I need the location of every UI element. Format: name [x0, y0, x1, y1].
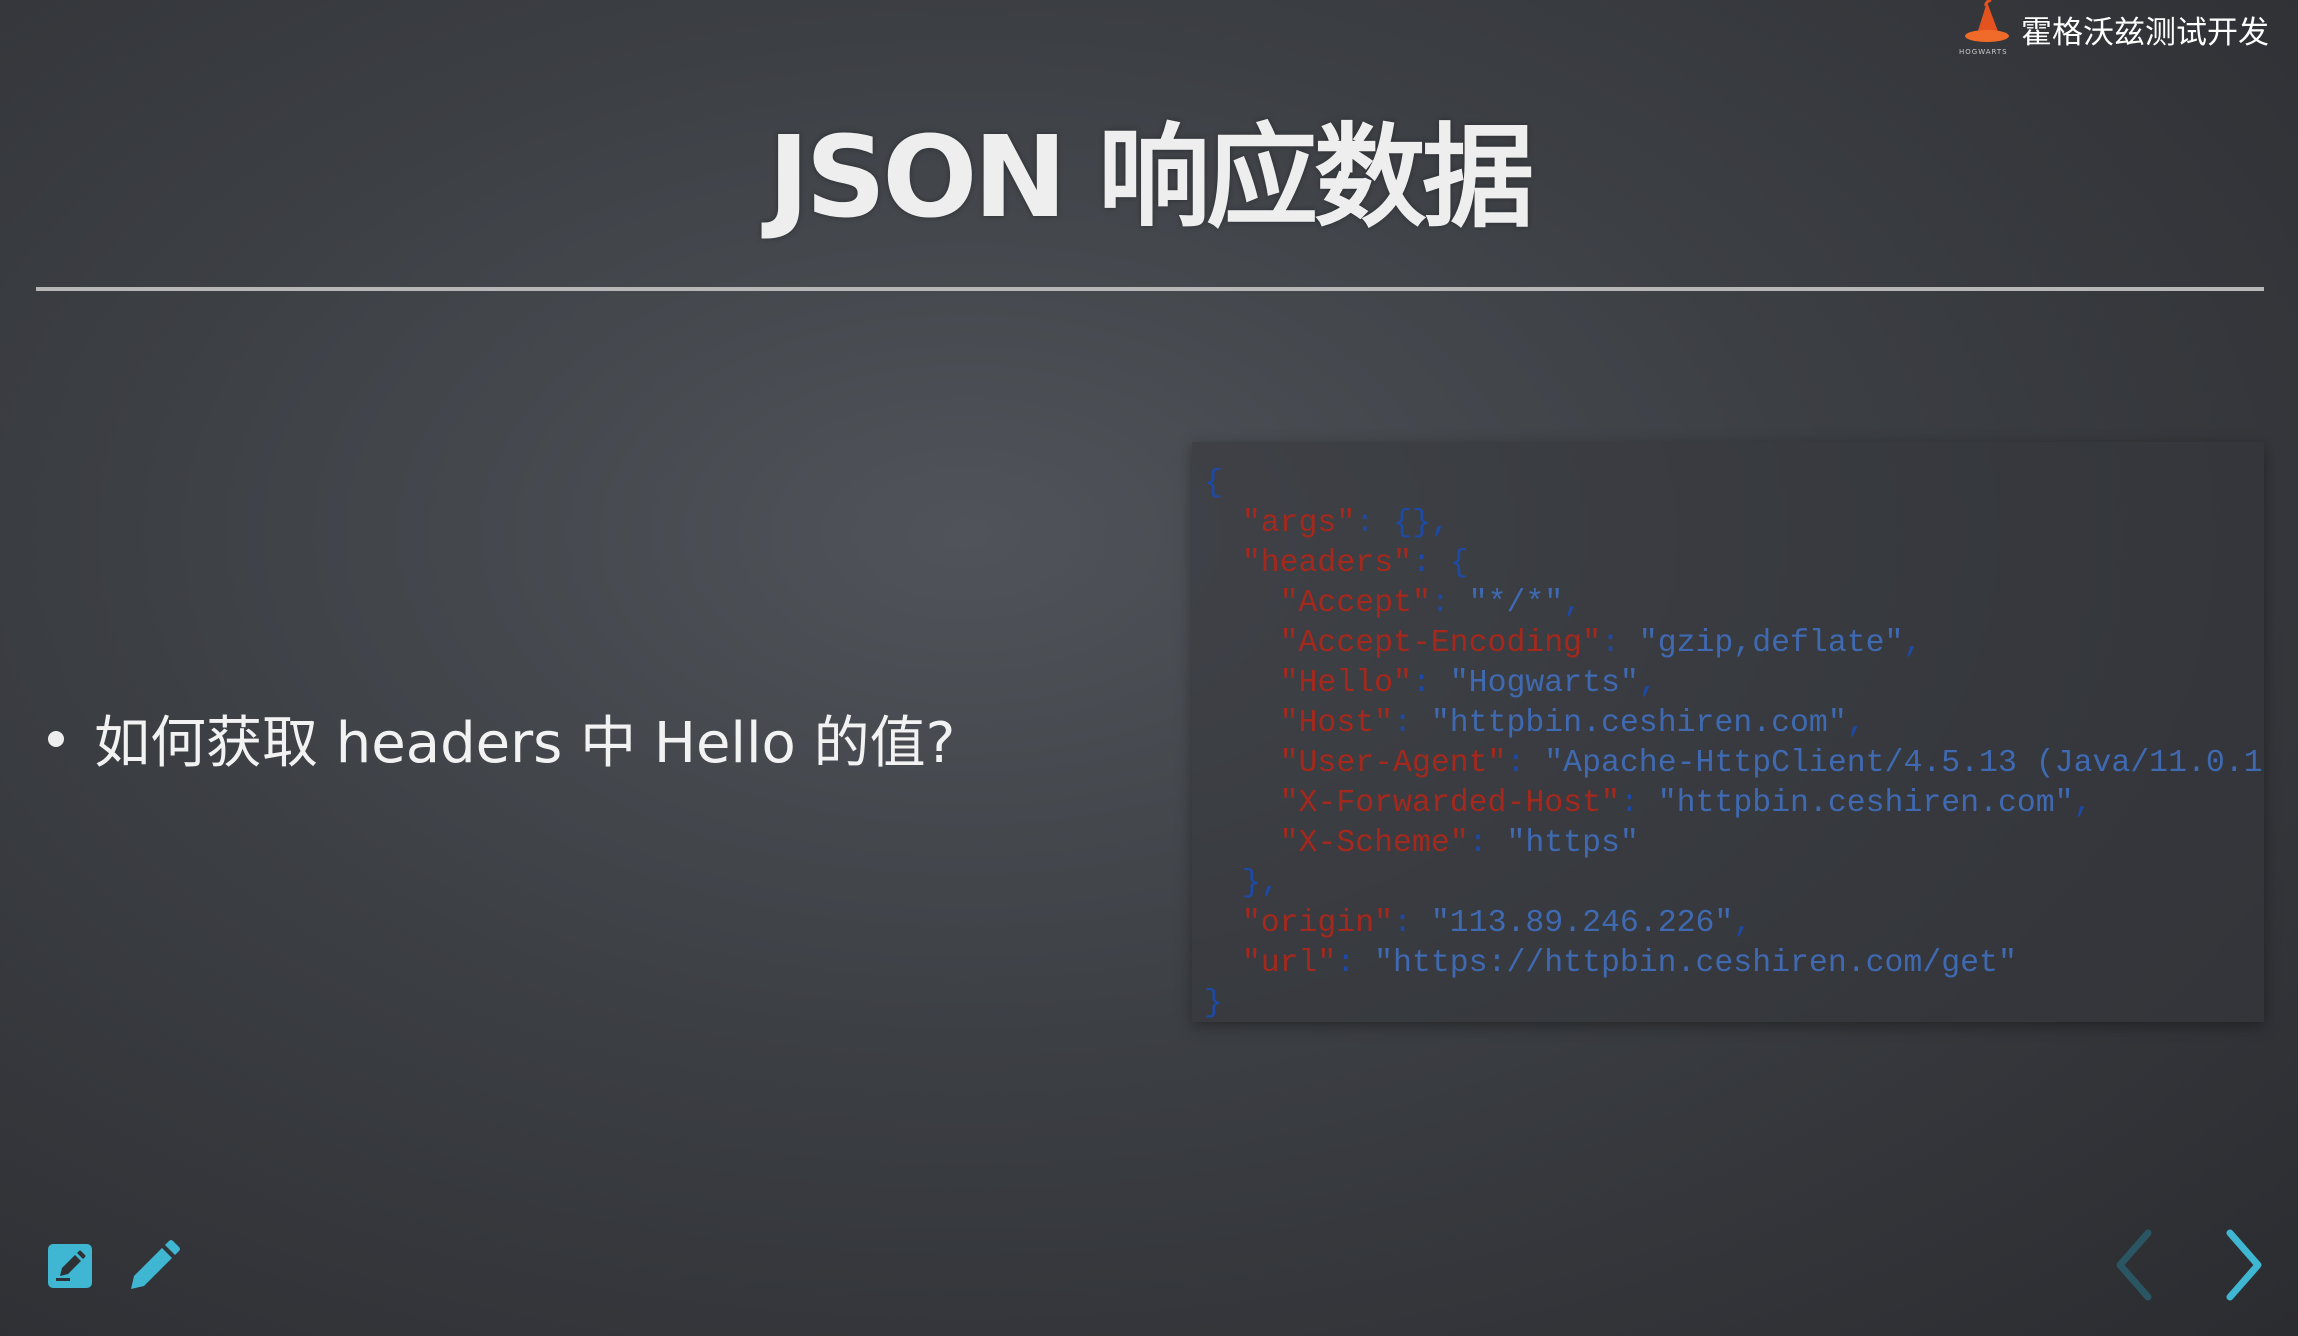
code-brace-open: {	[1204, 466, 1223, 501]
code-punct: :	[1600, 626, 1639, 661]
code-key-x-forwarded-host: "X-Forwarded-Host"	[1279, 786, 1620, 821]
bullet-list-item: 如何获取 headers 中 Hello 的值?	[48, 698, 955, 779]
code-punct: :	[1393, 906, 1431, 941]
code-punct: ,	[1846, 706, 1866, 741]
title-divider	[36, 287, 2264, 291]
code-punct: ,	[1733, 906, 1753, 941]
json-code-block: { "args": {}, "headers": { "Accept": "*/…	[1192, 442, 2264, 1022]
code-punct: :	[1336, 946, 1375, 981]
code-punct: :	[1411, 666, 1450, 701]
code-value-host: "httpbin.ceshiren.com"	[1430, 706, 1847, 741]
code-value-url: "https://httpbin.ceshiren.com/get"	[1374, 946, 2017, 981]
code-value-user-agent: "Apache-HttpClient/4.5.13 (Java/11.0.1	[1544, 746, 2263, 781]
speaker-notes-icon	[48, 1244, 92, 1288]
code-key-origin: "origin"	[1241, 906, 1394, 941]
code-value-x-scheme: "https"	[1506, 826, 1639, 861]
brand-name: 霍格沃兹测试开发	[2021, 14, 2269, 51]
code-punct: ,	[1903, 626, 1923, 661]
chevron-right-icon	[2226, 1229, 2262, 1301]
slide-title: JSON 响应数据	[767, 113, 1534, 243]
code-value-accept-encoding: "gzip,deflate"	[1638, 626, 1904, 661]
code-key-host: "Host"	[1279, 706, 1394, 741]
code-punct: :	[1468, 826, 1507, 861]
svg-text:HOGWARTS: HOGWARTS	[1959, 48, 2008, 56]
next-slide-button[interactable]	[2214, 1225, 2274, 1305]
code-key-x-scheme: "X-Scheme"	[1279, 826, 1469, 861]
speaker-notes-button[interactable]	[42, 1238, 98, 1294]
code-punct: :	[1430, 586, 1469, 621]
chevron-left-icon	[2116, 1229, 2152, 1301]
code-key-hello: "Hello"	[1279, 666, 1412, 701]
code-punct: : {	[1411, 546, 1469, 581]
code-punct: :	[1619, 786, 1658, 821]
code-brace-close: },	[1241, 866, 1280, 901]
code-punct: :	[1393, 706, 1431, 741]
pencil-icon	[131, 1240, 180, 1289]
code-value-x-forwarded-host: "httpbin.ceshiren.com"	[1657, 786, 2074, 821]
brand-logo: HOGWARTS 霍格沃兹测试开发	[1955, 0, 2298, 58]
code-punct: : {},	[1355, 506, 1450, 541]
json-code: { "args": {}, "headers": { "Accept": "*/…	[1192, 442, 2264, 1022]
code-key-user-agent: "User-Agent"	[1279, 746, 1507, 781]
code-value-accept: "*/*"	[1468, 586, 1564, 621]
code-punct: ,	[2073, 786, 2093, 821]
code-punct: ,	[1638, 666, 1658, 701]
bullet-dot	[48, 730, 64, 747]
code-key-url: "url"	[1241, 946, 1337, 981]
code-value-hello: "Hogwarts"	[1449, 666, 1639, 701]
prev-slide-button[interactable]	[2106, 1225, 2166, 1305]
bullet-text: 如何获取 headers 中 Hello 的值?	[94, 711, 956, 776]
code-key-accept: "Accept"	[1279, 586, 1431, 621]
code-punct: ,	[1563, 586, 1583, 621]
code-brace-close: }	[1204, 986, 1223, 1021]
pen-button[interactable]	[126, 1238, 182, 1294]
code-key-headers: "headers"	[1241, 546, 1412, 581]
code-key-accept-encoding: "Accept-Encoding"	[1279, 626, 1601, 661]
code-key-args: "args"	[1241, 506, 1356, 541]
wizard-hat-icon: HOGWARTS	[1955, 0, 2015, 58]
code-punct: :	[1506, 746, 1545, 781]
code-value-origin: "113.89.246.226"	[1430, 906, 1734, 941]
